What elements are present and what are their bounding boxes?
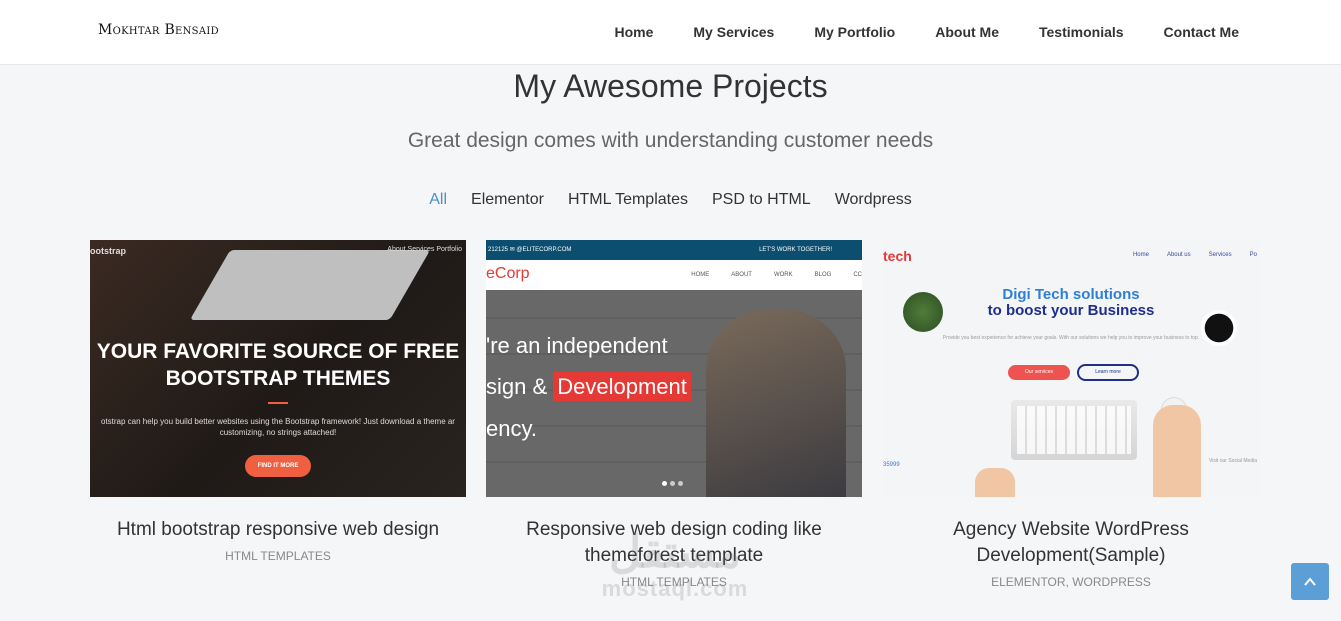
filter-wordpress[interactable]: Wordpress [835, 191, 912, 209]
thumb-nav: About Services Portfolio [387, 246, 462, 253]
thumb-topbar-right: LET'S WORK TOGETHER! [759, 247, 832, 253]
thumb-link: HOME [691, 272, 710, 278]
filter-html-templates[interactable]: HTML Templates [568, 191, 688, 209]
project-thumbnail[interactable]: tech Home About us Services Po Digi Tech… [883, 240, 1259, 497]
watermark-arabic: مستقل [609, 528, 741, 577]
thumb-text: Provide you best experience for achieve … [942, 335, 1200, 341]
thumb-links: HOME ABOUT WORK BLOG CC [691, 272, 862, 278]
project-thumbnail[interactable]: ootstrap About Services Portfolio YOUR F… [90, 240, 466, 497]
thumb-link: ABOUT [731, 272, 752, 278]
project-category: HTML TEMPLATES [225, 549, 331, 563]
project-card[interactable]: tech Home About us Services Po Digi Tech… [883, 240, 1259, 589]
site-header: Mokhtar Bensaid Home My Services My Port… [0, 0, 1341, 65]
carousel-dot [662, 481, 667, 486]
thumb-line-2: sign & Development [486, 372, 691, 401]
thumb-button: FIND IT MORE [245, 455, 311, 477]
thumb-link: Home [1132, 252, 1149, 258]
person-image [706, 310, 846, 497]
thumb-headline: YOUR FAVORITE SOURCE OF FREE BOOTSTRAP T… [96, 340, 460, 390]
filter-psd-to-html[interactable]: PSD to HTML [712, 191, 811, 209]
thumb-divider [268, 402, 288, 404]
thumb-link: WORK [773, 272, 793, 278]
section-title: My Awesome Projects [513, 68, 828, 104]
thumb-headline: Digi Tech solutions to boost your Busines… [883, 287, 1259, 319]
chevron-up-icon [1304, 577, 1316, 586]
thumb-button-secondary: Learn more [1077, 364, 1139, 381]
thumb-highlight: Development [553, 372, 691, 401]
thumb-links: Home About us Services Po [1133, 252, 1257, 258]
thumb-link: CC [853, 272, 862, 278]
main-nav: Home My Services My Portfolio About Me T… [614, 0, 1239, 64]
thumb-link: About us [1166, 252, 1191, 258]
thumb-logo: eCorp [486, 265, 530, 282]
carousel-dot [670, 481, 675, 486]
hand-image [975, 468, 1015, 497]
watermark-latin: mostaql.com [601, 576, 749, 601]
thumb-headline-1: Digi Tech solutions [1002, 286, 1140, 303]
project-title[interactable]: Agency Website WordPress Development(Sam… [883, 517, 1259, 569]
portfolio-filters: All Elementor HTML Templates PSD to HTML… [0, 191, 1341, 209]
thumb-link: Services [1208, 252, 1232, 258]
thumb-line-1: 're an independent [486, 333, 668, 358]
thumb-logo: tech [883, 248, 912, 264]
nav-testimonials[interactable]: Testimonials [1039, 24, 1124, 40]
thumb-brand: ootstrap [90, 246, 126, 256]
nav-my-services[interactable]: My Services [693, 24, 774, 40]
nav-my-portfolio[interactable]: My Portfolio [814, 24, 895, 40]
thumb-social: Visit our Social Media [1209, 458, 1257, 464]
nav-about-me[interactable]: About Me [935, 24, 999, 40]
carousel-dots [662, 481, 683, 486]
hand-image [1153, 405, 1201, 497]
filter-all[interactable]: All [429, 191, 447, 209]
watermark: مستقل mostaql.com [560, 530, 790, 602]
thumb-button-primary: Our services [1008, 365, 1070, 380]
project-title[interactable]: Html bootstrap responsive web design [90, 517, 466, 543]
project-card[interactable]: ootstrap About Services Portfolio YOUR F… [90, 240, 466, 563]
thumb-line-3: ency. [486, 416, 537, 441]
section-subtitle: Great design comes with understanding cu… [407, 129, 934, 152]
project-thumbnail[interactable]: 212125 ✉ @ELITECORP.COM LET'S WORK TOGET… [486, 240, 862, 497]
laptop-image [189, 250, 431, 320]
thumb-topbar-left: 212125 ✉ @ELITECORP.COM [488, 247, 572, 253]
carousel-dot [678, 481, 683, 486]
thumb-phone: 35999 [883, 462, 900, 468]
thumb-headline-2: to boost your Business [987, 302, 1155, 319]
filter-elementor[interactable]: Elementor [471, 191, 544, 209]
thumb-text: otstrap can help you build better websit… [101, 417, 455, 437]
thumb-link: BLOG [814, 272, 832, 278]
thumb-topbar: 212125 ✉ @ELITECORP.COM LET'S WORK TOGET… [486, 240, 862, 260]
back-to-top-button[interactable] [1291, 563, 1329, 600]
nav-home[interactable]: Home [614, 24, 653, 40]
project-category: ELEMENTOR, WORDPRESS [991, 575, 1151, 589]
nav-contact-me[interactable]: Contact Me [1164, 24, 1239, 40]
thumb-link: Po [1249, 252, 1257, 258]
keyboard-image [1011, 400, 1137, 460]
thumb-line-2-text: sign & [486, 374, 554, 399]
brand-logo[interactable]: Mokhtar Bensaid [98, 22, 219, 38]
